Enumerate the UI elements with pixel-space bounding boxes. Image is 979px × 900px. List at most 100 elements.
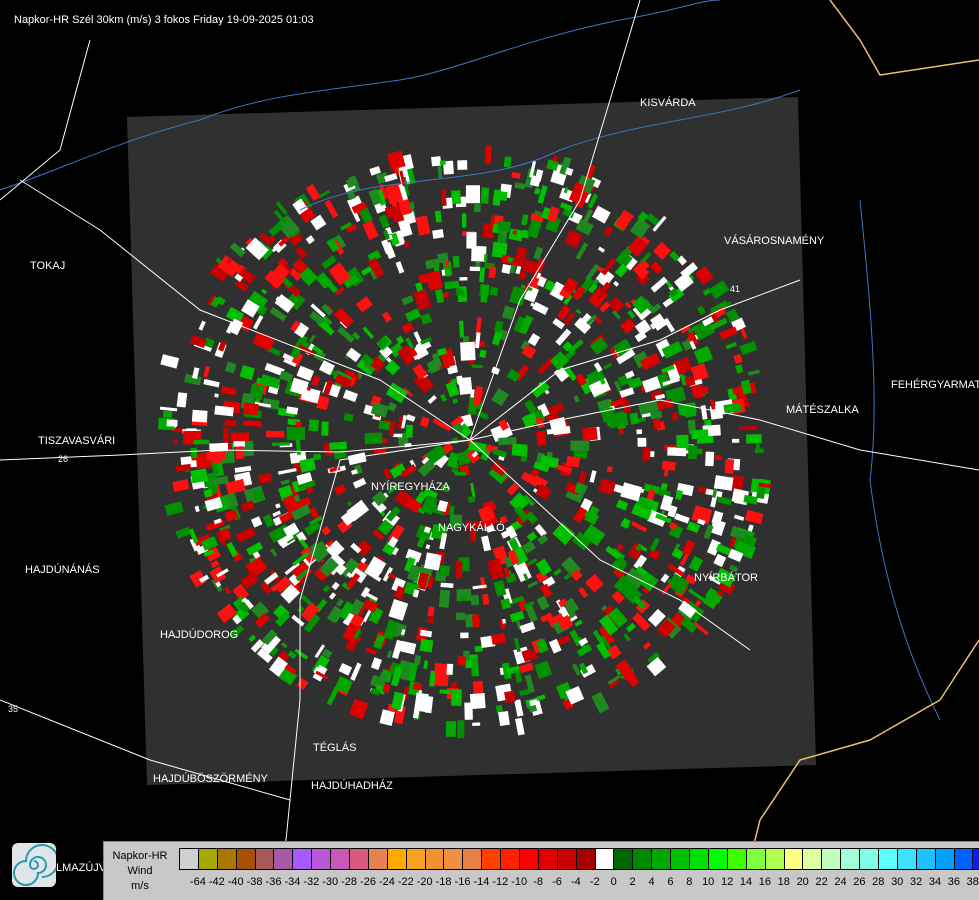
radar-echo: [457, 720, 465, 739]
radar-echo: [388, 423, 395, 436]
city-label: TÉGLÁS: [313, 742, 357, 754]
radar-echo: [405, 424, 413, 438]
legend-swatch: [557, 849, 577, 869]
road-number-26: 26: [58, 454, 68, 464]
radar-echo: [746, 434, 762, 444]
legend-swatch: [444, 849, 464, 869]
radar-echo: [224, 419, 237, 427]
map-canvas: 26 35 41: [0, 0, 979, 900]
legend-swatch: [633, 849, 653, 869]
radar-echo: [286, 427, 305, 441]
radar-echo: [754, 448, 764, 454]
legend-swatch: [841, 849, 861, 869]
legend-tick-label: 4: [648, 876, 655, 888]
radar-echo: [446, 663, 454, 675]
radar-echo: [535, 430, 547, 446]
city-label: TISZAVASVÁRI: [38, 435, 116, 447]
legend-tick-label: -4: [571, 876, 581, 888]
legend-tick-label: 38: [966, 876, 979, 888]
legend-swatch: [425, 849, 445, 869]
legend-swatch: [765, 849, 785, 869]
radar-echo: [230, 432, 249, 442]
legend-tick-label: -12: [492, 876, 509, 888]
city-label: FEHÉRGYARMAT: [891, 379, 979, 391]
legend-tick-label: -16: [454, 876, 471, 888]
legend-swatch: [860, 849, 879, 869]
map-title: Napkor-HR Szél 30km (m/s) 3 fokos Friday…: [14, 14, 314, 26]
city-label: NAGYKÁLLÓ: [438, 522, 505, 534]
radar-echo: [313, 453, 322, 461]
legend-tick-label: 26: [853, 876, 866, 888]
city-label: TOKAJ: [30, 260, 66, 272]
legend-tick-label: 16: [758, 876, 772, 888]
radar-echo: [471, 614, 480, 628]
radar-echo: [412, 682, 423, 691]
legend-tick-label: -8: [533, 876, 543, 888]
legend-swatch: [180, 849, 199, 869]
radar-echo: [714, 454, 723, 461]
radar-echo: [162, 410, 173, 419]
legend-swatch: [198, 849, 218, 869]
legend-tick-label: 30: [891, 876, 904, 888]
radar-echo: [434, 663, 447, 675]
legend-swatch: [350, 849, 369, 869]
radar-echo: [642, 447, 651, 461]
radar-echo: [456, 375, 464, 385]
radar-echo: [465, 185, 481, 204]
radar-echo: [223, 427, 229, 443]
radar-echo: [452, 255, 460, 268]
legend-swatch: [293, 849, 313, 869]
radar-echo: [732, 438, 740, 443]
road-number-35: 35: [8, 704, 18, 714]
radar-echo: [461, 213, 467, 228]
radar-echo: [503, 156, 512, 168]
radar-echo: [459, 320, 465, 338]
legend-tick-label: -14: [473, 876, 490, 888]
legend-swatch: [708, 849, 728, 869]
legend-tick-label: 28: [872, 876, 885, 888]
spiral-logo-icon: [13, 844, 59, 886]
logo: [12, 843, 59, 887]
legend-tick-label: -34: [284, 876, 301, 888]
legend-swatch: [652, 849, 672, 869]
radar-echo: [265, 430, 285, 438]
legend-swatch: [406, 849, 426, 869]
radar-echo: [378, 420, 391, 431]
legend-tick-label: 0: [610, 876, 617, 888]
radar-echo: [497, 220, 511, 233]
radar-echo: [467, 495, 476, 503]
legend-tick-label: -6: [552, 876, 562, 888]
legend-swatch: [690, 849, 709, 869]
radar-echo: [469, 693, 486, 710]
city-label: HAJDÚDOROG: [160, 629, 239, 641]
legend-tick-label: -20: [416, 876, 433, 888]
legend-tick-label: -30: [322, 876, 339, 888]
radar-echo: [691, 429, 709, 440]
legend-tick-label: 32: [909, 876, 923, 888]
legend-source: Napkor-HR: [112, 850, 168, 862]
radar-echo: [653, 419, 662, 429]
legend-swatch: [538, 849, 558, 869]
radar-echo: [511, 443, 528, 457]
legend-swatch: [822, 849, 842, 869]
legend-tick-label: 2: [629, 876, 636, 888]
legend-tick-label: 22: [815, 876, 828, 888]
radar-echo: [295, 421, 302, 428]
radar-echo: [451, 689, 462, 706]
radar-echo: [474, 202, 481, 213]
radar-echo: [439, 160, 446, 166]
legend-swatch: [520, 849, 539, 869]
radar-echo: [705, 451, 715, 467]
legend-swatch: [727, 849, 747, 869]
legend-swatch: [595, 849, 615, 869]
radar-echo: [419, 638, 434, 653]
legend-tick-label: -22: [397, 876, 414, 888]
legend-swatch: [746, 849, 766, 869]
legend-swatch: [274, 849, 294, 869]
radar-echo: [457, 656, 466, 666]
legend-swatch: [576, 849, 596, 869]
road-number-41: 41: [730, 284, 740, 294]
city-label: NYÍREGYHÁZA: [371, 481, 450, 493]
radar-echo: [566, 455, 581, 468]
radar-echo: [469, 266, 481, 272]
